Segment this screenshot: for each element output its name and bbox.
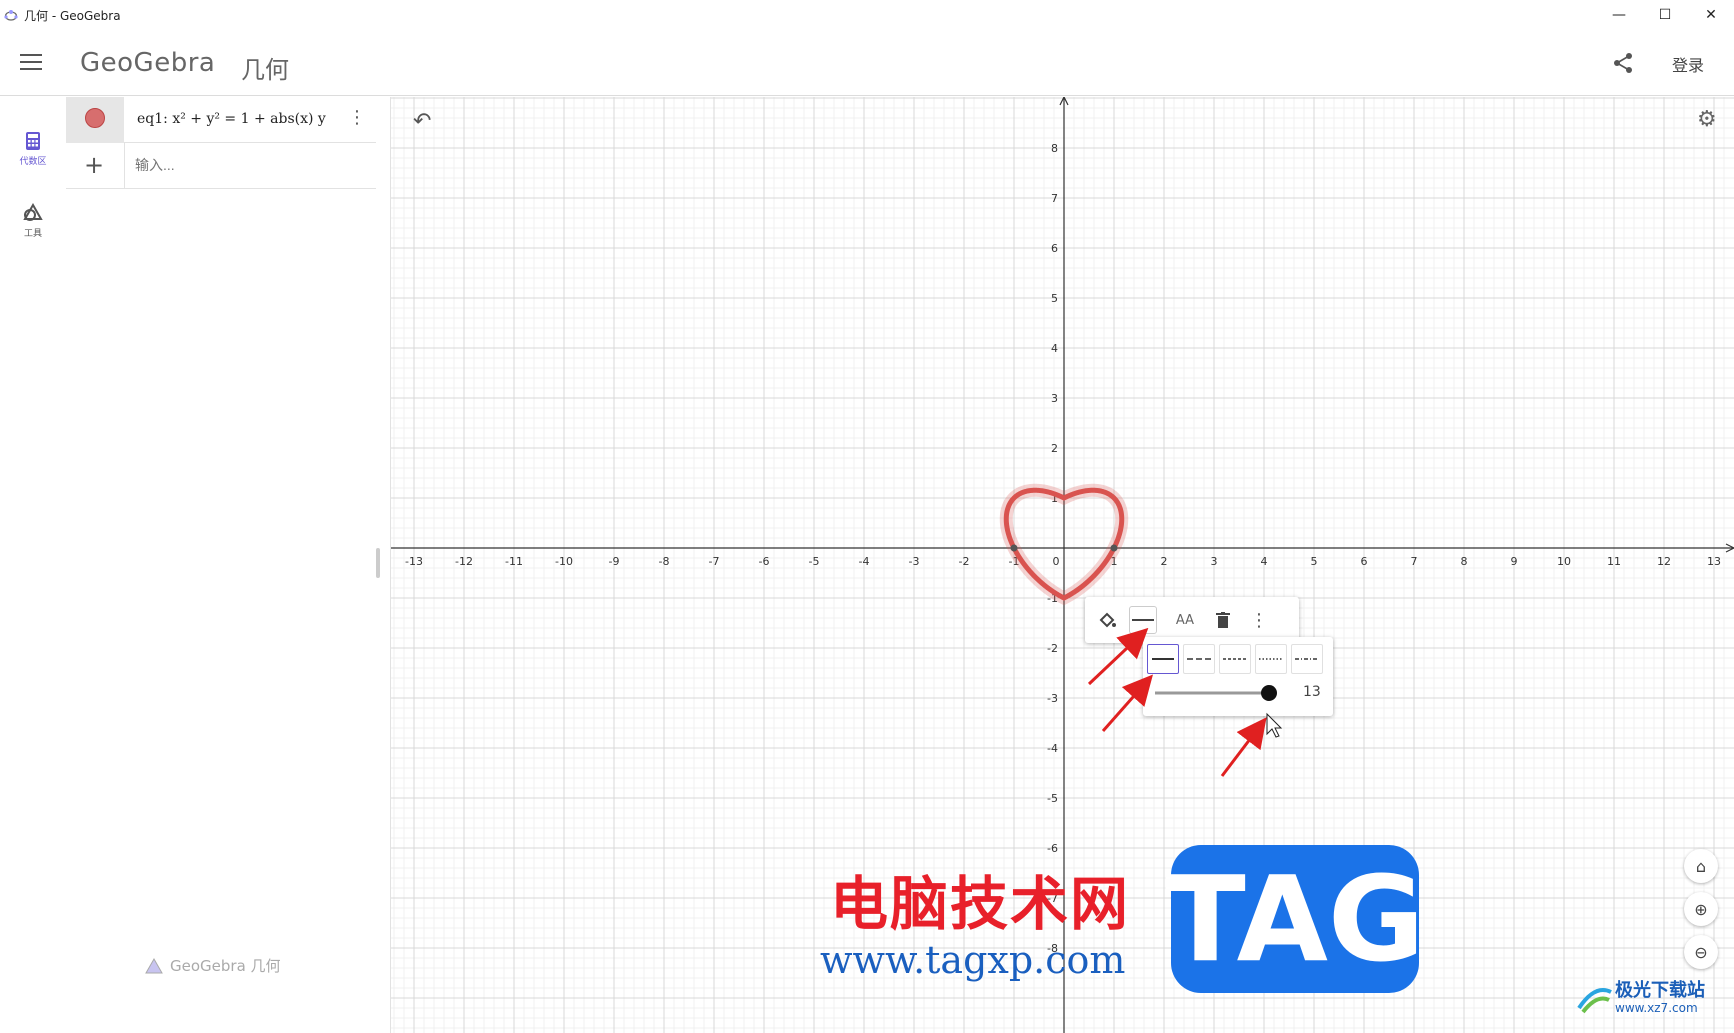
- add-icon[interactable]: +: [84, 151, 104, 179]
- calculator-icon: [26, 132, 40, 150]
- algebra-input[interactable]: [135, 157, 355, 173]
- mouse-cursor-icon: [1266, 712, 1283, 738]
- sidebar-item-algebra[interactable]: 代数区: [0, 131, 66, 167]
- visibility-marble[interactable]: [85, 108, 105, 128]
- minimize-button[interactable]: —: [1596, 0, 1642, 30]
- corner-watermark: 极光下载站 www.xz7.com: [1575, 980, 1705, 1016]
- corner-watermark-title: 极光下载站: [1615, 980, 1705, 1001]
- watermark-chinese-text: 电脑技术网: [830, 870, 1131, 938]
- share-icon[interactable]: [1612, 52, 1634, 74]
- menu-icon[interactable]: [20, 54, 42, 70]
- sidebar-item-tools[interactable]: 工具: [0, 202, 66, 239]
- red-arrow: [1220, 717, 1267, 777]
- more-vert-icon[interactable]: ⋮: [348, 107, 366, 128]
- panel-resize-handle[interactable]: [376, 548, 380, 578]
- sidebar-label-tools: 工具: [23, 229, 42, 239]
- geogebra-logo: GeoGebra: [80, 48, 216, 78]
- window-title: 几何 - GeoGebra: [24, 8, 121, 23]
- equation-label[interactable]: eq1: x² + y² = 1 + abs(x) y: [137, 111, 326, 127]
- algebra-view: eq1: x² + y² = 1 + abs(x) y ⋮ + GeoGebra…: [66, 97, 391, 1033]
- algebra-entry-row[interactable]: eq1: x² + y² = 1 + abs(x) y ⋮: [66, 97, 376, 143]
- tools-icon: [23, 202, 43, 221]
- geogebra-app-icon: [4, 10, 18, 21]
- sidebar-label-algebra: 代数区: [19, 157, 47, 167]
- close-button[interactable]: ✕: [1688, 0, 1734, 30]
- app-name: 几何: [241, 56, 289, 84]
- left-sidebar: 代数区 工具: [0, 97, 98, 1033]
- watermark-tag-logo: TAG: [1165, 845, 1425, 993]
- corner-watermark-url: www.xz7.com: [1615, 1001, 1698, 1015]
- footer-text: GeoGebra 几何: [170, 957, 281, 975]
- red-arrow: [1087, 627, 1149, 686]
- watermark-url: www.tagxp.com: [820, 938, 1126, 982]
- input-separator: [124, 143, 125, 189]
- login-button[interactable]: 登录: [1672, 52, 1704, 76]
- red-arrow: [1101, 674, 1153, 732]
- algebra-input-row[interactable]: +: [66, 143, 376, 189]
- maximize-button[interactable]: ☐: [1642, 0, 1688, 30]
- app-header: GeoGebra 几何 登录: [0, 30, 1734, 96]
- window-titlebar: 几何 - GeoGebra — ☐ ✕: [0, 0, 1734, 30]
- geogebra-logo-icon: [145, 957, 163, 973]
- marble-cell: [66, 97, 124, 143]
- aurora-logo-icon: [1577, 988, 1612, 1014]
- footer-logo: GeoGebra 几何: [144, 955, 281, 976]
